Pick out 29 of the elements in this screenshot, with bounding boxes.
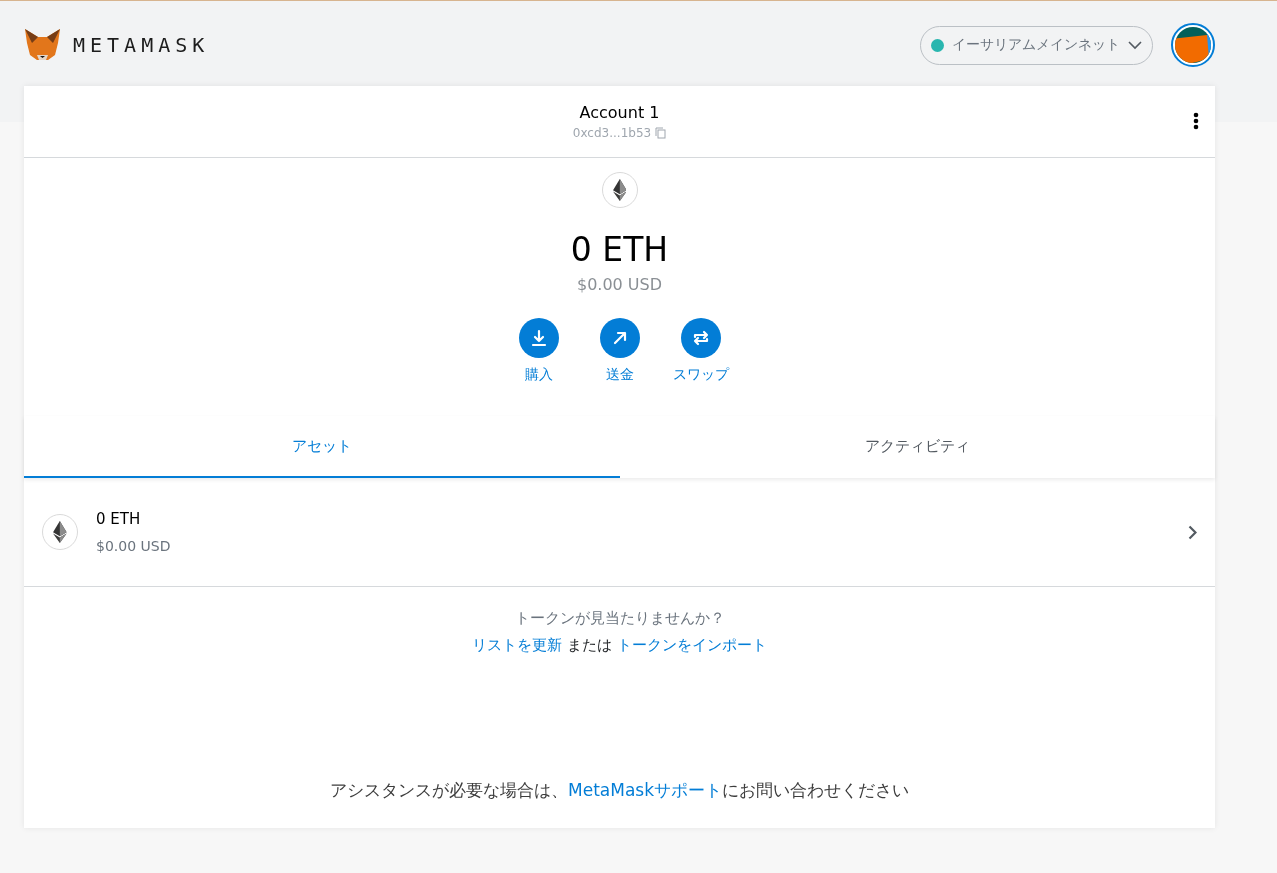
asset-fiat: $0.00 USD [96,538,172,554]
action-button[interactable]: 購入 [509,318,568,384]
account-name[interactable]: Account 1 [579,103,660,122]
chevron-right-icon [1188,524,1197,540]
balance-fiat: $0.00 USD [576,275,663,294]
tab[interactable]: アセット [24,416,620,478]
tab[interactable]: アクティビティ [619,416,1215,478]
refresh-list-link[interactable]: リストを更新 [472,636,563,654]
asset-row[interactable]: 0 ETH $0.00 USD [24,478,1215,587]
action-button[interactable]: スワップ [671,318,730,384]
import-token-link[interactable]: トークンをインポート [616,636,767,654]
fox-logo-icon [24,28,61,62]
asset-amount: 0 ETH [96,510,142,528]
status-dot [931,38,944,52]
account-address: 0xcd3...1b53 [572,126,652,140]
swap-icon [691,329,710,347]
account-avatar[interactable] [1171,23,1215,67]
ethereum-icon [53,521,67,543]
chevron-down-icon [1128,40,1142,50]
more-menu-icon[interactable] [1193,112,1199,130]
support-link[interactable]: MetaMaskサポート [568,780,722,800]
balance-amount: 0 ETH [570,230,669,269]
ethereum-icon [612,179,627,201]
token-question: トークンが見当たりませんか？ [514,609,725,628]
logo-wordmark: METAMASK [73,33,210,57]
download-icon [529,329,548,347]
help-text: アシスタンスが必要な場合は、MetaMaskサポート にお問い合わせください [329,779,910,802]
action-button[interactable]: 送金 [590,318,649,384]
token-options-text: リストを更新 または トークンをインポート [472,636,767,655]
